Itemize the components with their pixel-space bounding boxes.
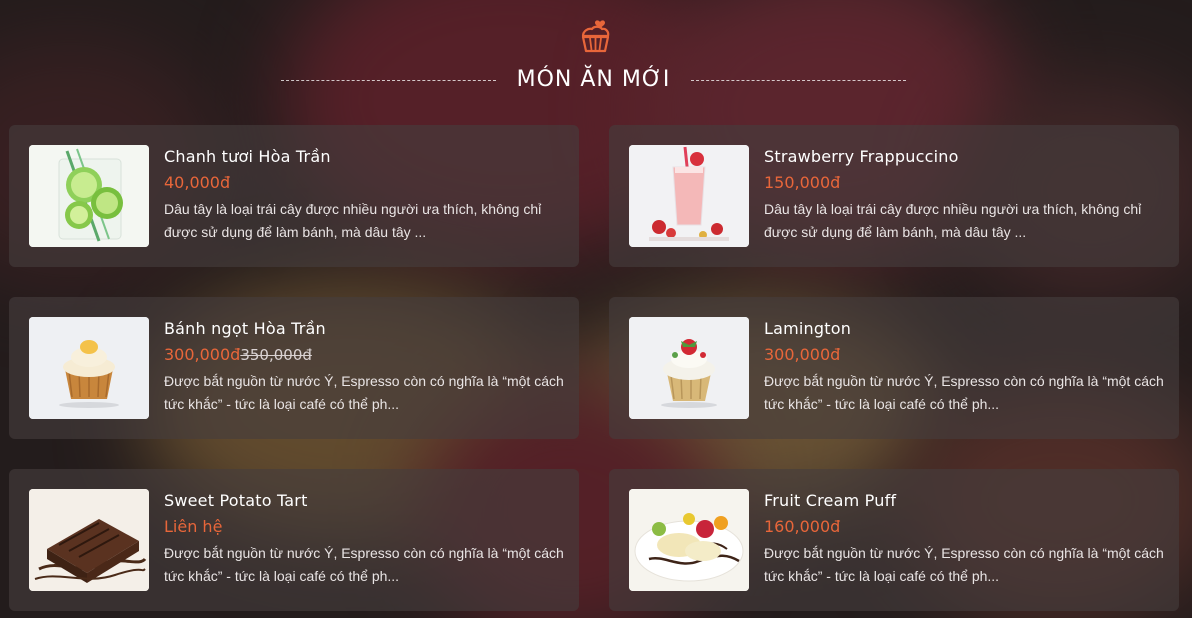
title-divider-left bbox=[281, 80, 496, 81]
product-name[interactable]: Sweet Potato Tart bbox=[164, 491, 308, 510]
product-price: 160,000đ bbox=[764, 517, 840, 536]
cupcake-image[interactable] bbox=[29, 317, 149, 419]
product-name[interactable]: Bánh ngọt Hòa Trần bbox=[164, 319, 326, 338]
product-price: 300,000đ bbox=[764, 345, 840, 364]
product-name[interactable]: Strawberry Frappuccino bbox=[764, 147, 959, 166]
product-description: Được bắt nguồn từ nước Ý, Espresso còn c… bbox=[164, 545, 564, 584]
cupcake-heart-icon bbox=[578, 18, 612, 54]
lime-drink-image[interactable] bbox=[29, 145, 149, 247]
product-description: Được bắt nguồn từ nước Ý, Espresso còn c… bbox=[164, 373, 564, 412]
product-card[interactable]: Bánh ngọt Hòa Trần 300,000đ350,000đ Được… bbox=[9, 297, 579, 439]
title-divider-right bbox=[691, 80, 906, 81]
product-card[interactable]: Sweet Potato Tart Liên hệ Được bắt nguồn… bbox=[9, 469, 579, 611]
product-price: 300,000đ350,000đ bbox=[164, 345, 312, 364]
product-name[interactable]: Fruit Cream Puff bbox=[764, 491, 896, 510]
product-description: Dâu tây là loại trái cây được nhiều ngườ… bbox=[764, 201, 1142, 240]
product-name[interactable]: Chanh tươi Hòa Trần bbox=[164, 147, 331, 166]
product-name[interactable]: Lamington bbox=[764, 319, 851, 338]
strawberry-cupcake-image[interactable] bbox=[629, 317, 749, 419]
product-card[interactable]: Fruit Cream Puff 160,000đ Được bắt nguồn… bbox=[609, 469, 1179, 611]
product-description: Dâu tây là loại trái cây được nhiều ngườ… bbox=[164, 201, 542, 240]
product-card[interactable]: Chanh tươi Hòa Trần 40,000đ Dâu tây là l… bbox=[9, 125, 579, 267]
section-header: MÓN ĂN MỚI bbox=[0, 0, 1192, 110]
product-price: 40,000đ bbox=[164, 173, 230, 192]
price-current: 40,000đ bbox=[164, 173, 231, 192]
price-current: 300,000đ bbox=[164, 345, 241, 364]
product-card[interactable]: Lamington 300,000đ Được bắt nguồn từ nướ… bbox=[609, 297, 1179, 439]
fruit-dessert-image[interactable] bbox=[629, 489, 749, 591]
product-price: Liên hệ bbox=[164, 517, 222, 536]
chocolate-brownie-image[interactable] bbox=[29, 489, 149, 591]
price-original: 350,000đ bbox=[240, 346, 312, 364]
price-current: 160,000đ bbox=[764, 517, 841, 536]
product-description: Được bắt nguồn từ nước Ý, Espresso còn c… bbox=[764, 545, 1164, 584]
price-current: 150,000đ bbox=[764, 173, 841, 192]
price-current: Liên hệ bbox=[164, 517, 223, 536]
strawberry-smoothie-image[interactable] bbox=[629, 145, 749, 247]
product-price: 150,000đ bbox=[764, 173, 840, 192]
product-card[interactable]: Strawberry Frappuccino 150,000đ Dâu tây … bbox=[609, 125, 1179, 267]
price-current: 300,000đ bbox=[764, 345, 841, 364]
section-title: MÓN ĂN MỚI bbox=[516, 67, 671, 92]
product-description: Được bắt nguồn từ nước Ý, Espresso còn c… bbox=[764, 373, 1164, 412]
